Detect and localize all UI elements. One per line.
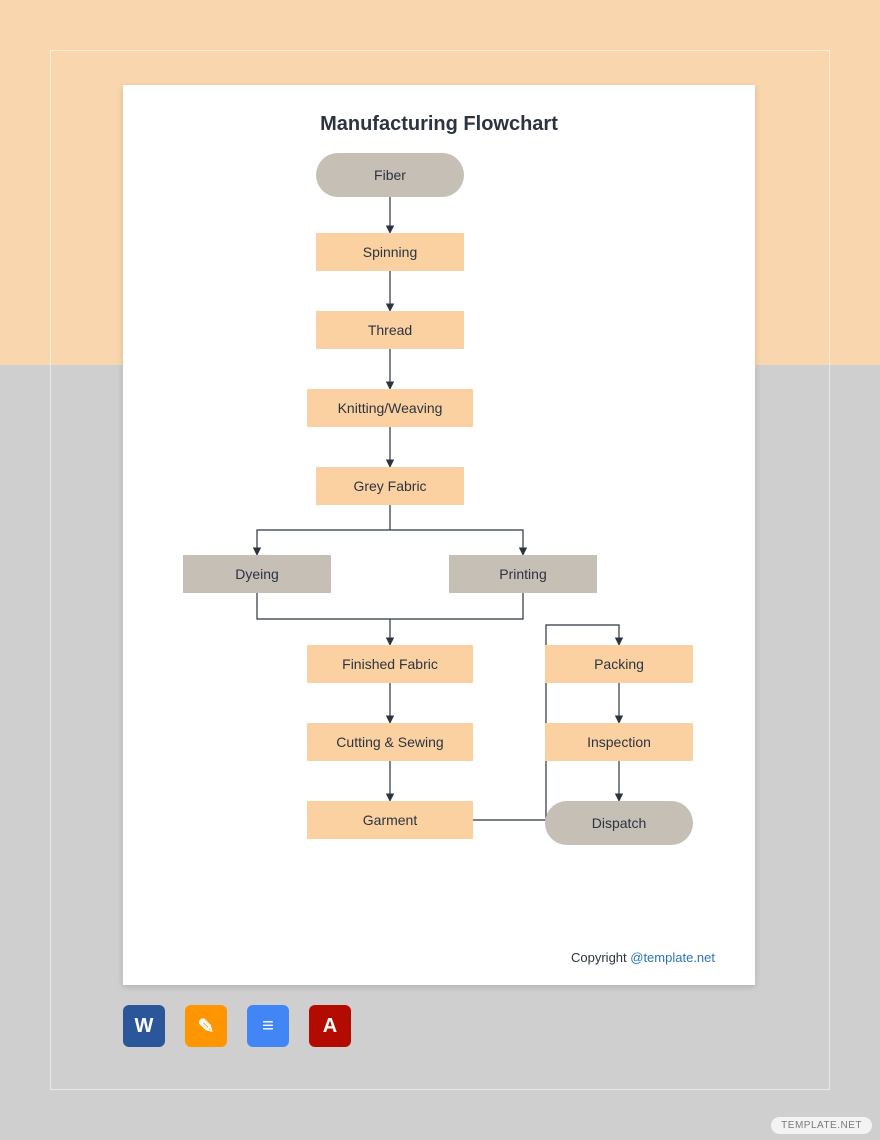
gdocs-icon[interactable]: ≡ xyxy=(247,1005,289,1047)
flow-node-inspection: Inspection xyxy=(545,723,693,761)
pages-icon[interactable]: ✎ xyxy=(185,1005,227,1047)
page-title: Manufacturing Flowchart xyxy=(123,113,755,136)
flow-node-printing: Printing xyxy=(449,555,597,593)
flow-node-dyeing: Dyeing xyxy=(183,555,331,593)
flow-node-thread: Thread xyxy=(316,311,464,349)
flow-node-knitting: Knitting/Weaving xyxy=(307,389,473,427)
flow-node-greyfabric: Grey Fabric xyxy=(316,467,464,505)
flow-node-fiber: Fiber xyxy=(316,153,464,197)
document-page: Manufacturing Flowchart Fiber Spinning Thr… xyxy=(123,85,755,985)
pdf-icon[interactable]: A xyxy=(309,1005,351,1047)
copyright-link[interactable]: @template.net xyxy=(630,950,715,965)
watermark-badge: TEMPLATE.NET xyxy=(771,1117,872,1134)
flow-node-packing: Packing xyxy=(545,645,693,683)
flow-node-cutting: Cutting & Sewing xyxy=(307,723,473,761)
flow-node-spinning: Spinning xyxy=(316,233,464,271)
flow-node-garment: Garment xyxy=(307,801,473,839)
flow-node-finished: Finished Fabric xyxy=(307,645,473,683)
copyright-text: Copyright @template.net xyxy=(571,950,715,965)
word-icon[interactable]: W xyxy=(123,1005,165,1047)
flow-arrows xyxy=(123,85,755,985)
flow-node-dispatch: Dispatch xyxy=(545,801,693,845)
format-icons-row: W ✎ ≡ A xyxy=(123,1005,351,1047)
